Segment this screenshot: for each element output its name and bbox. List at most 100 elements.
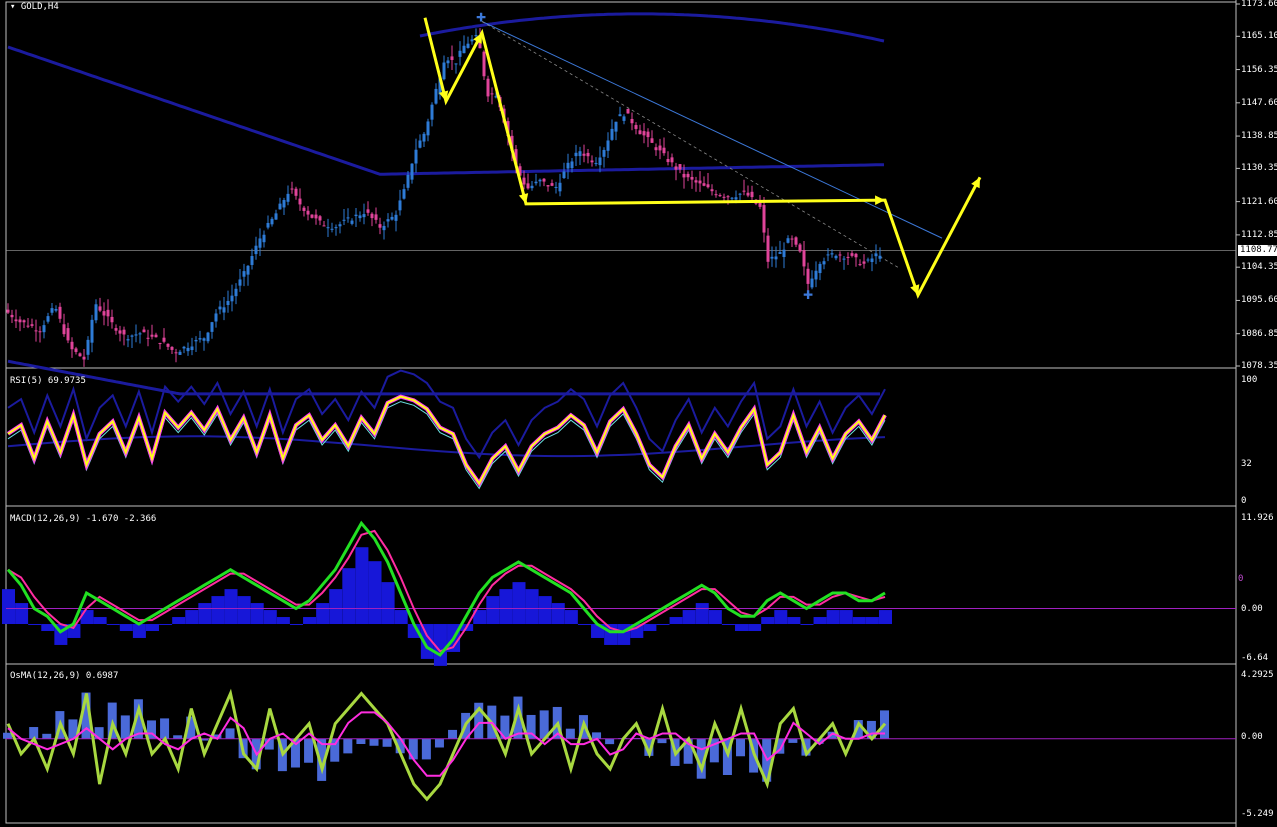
- candle-body: [274, 213, 278, 220]
- candle-body: [466, 43, 470, 48]
- price-axis-tick: 1104.35: [1241, 262, 1277, 273]
- candle-body: [154, 334, 158, 338]
- candle-body: [878, 255, 882, 259]
- candle-body: [450, 56, 454, 60]
- candle-body: [202, 338, 206, 341]
- candle-body: [342, 219, 346, 221]
- candle-body: [838, 254, 842, 256]
- candle-body: [618, 114, 622, 117]
- macd-histogram-bar: [355, 547, 369, 625]
- candle-body: [610, 128, 614, 140]
- candle-body: [786, 238, 790, 243]
- macd-histogram-bar: [342, 568, 356, 625]
- candle-body: [194, 340, 198, 342]
- candle-body: [798, 244, 802, 252]
- macd-histogram-bar: [656, 624, 670, 626]
- macd-histogram-bar: [852, 617, 866, 625]
- candle-body: [554, 186, 558, 188]
- price-axis-tick: 1156.35: [1241, 64, 1277, 75]
- candle-body: [338, 224, 342, 227]
- candle-body: [122, 329, 126, 335]
- candle-body: [366, 209, 370, 213]
- candle-body: [718, 195, 722, 197]
- candle-body: [114, 328, 118, 331]
- macd-histogram-bar: [800, 624, 814, 626]
- candle-body: [422, 133, 426, 142]
- candle-body: [418, 140, 422, 148]
- macd-histogram-bar: [41, 624, 55, 631]
- candle-body: [166, 343, 170, 347]
- macd-histogram-bar: [826, 610, 840, 625]
- candle-body: [850, 253, 854, 256]
- candle-body: [62, 324, 66, 335]
- macd-histogram-bar: [80, 610, 94, 625]
- osma-histogram-bar: [605, 738, 615, 745]
- macd-histogram-bar: [224, 589, 238, 625]
- macd-histogram-bar: [15, 603, 29, 625]
- symbol-text: GOLD,H4: [20, 2, 59, 12]
- candle-body: [710, 189, 714, 192]
- candle-body: [254, 245, 258, 255]
- osma-panel[interactable]: [3, 688, 1236, 802]
- macd-histogram-bar: [787, 617, 801, 625]
- price-axis-tick: 1095.60: [1241, 295, 1277, 306]
- macd-histogram-bar: [368, 561, 382, 625]
- candle-body: [522, 177, 526, 185]
- candle-body: [826, 254, 830, 256]
- candle-body: [470, 39, 474, 42]
- candle-body: [50, 308, 54, 313]
- candle-body: [14, 319, 18, 322]
- macd-axis-top: 11.926: [1241, 513, 1274, 523]
- candle-body: [326, 227, 330, 229]
- candle-body: [246, 265, 250, 275]
- main-price-panel[interactable]: ✚✚: [6, 11, 1236, 396]
- candle-body: [486, 78, 490, 97]
- candle-body: [150, 334, 154, 337]
- macd-histogram-bar: [329, 589, 343, 625]
- macd-histogram-bar: [839, 610, 853, 625]
- candle-body: [806, 268, 810, 284]
- chart-stage: ✚✚: [2, 0, 1240, 827]
- rsi-panel[interactable]: [6, 369, 887, 490]
- candle-body: [258, 238, 262, 248]
- price-axis-tick: 1165.10: [1241, 31, 1277, 42]
- rsi-label: RSI(5) 69.9735: [10, 376, 86, 386]
- candle-body: [170, 346, 174, 350]
- candle-body: [330, 228, 334, 230]
- candle-body: [606, 140, 610, 151]
- candle-body: [402, 189, 406, 199]
- upper-envelope-line: [419, 12, 885, 43]
- candle-body: [858, 264, 862, 266]
- rsi-axis-mid: 32: [1241, 459, 1252, 469]
- osma-histogram-bar: [29, 727, 39, 739]
- candle-body: [346, 217, 350, 219]
- osma-histogram-bar: [736, 738, 746, 757]
- candle-body: [146, 337, 150, 339]
- candle-body: [126, 339, 130, 341]
- candle-body: [490, 93, 494, 95]
- arrow-head: [875, 195, 885, 205]
- candle-body: [226, 300, 230, 306]
- candle-body: [406, 174, 410, 188]
- dropdown-triangle-icon[interactable]: ▾: [10, 2, 15, 12]
- price-axis-tick: 1147.60: [1241, 97, 1277, 108]
- candle-body: [334, 227, 338, 229]
- candle-body: [306, 210, 310, 215]
- candle-body: [78, 353, 82, 357]
- candle-body: [74, 348, 78, 352]
- osma-histogram-bar: [592, 732, 602, 739]
- macd-histogram-bar: [708, 610, 722, 625]
- candle-body: [278, 203, 282, 210]
- osma-histogram-bar: [160, 718, 170, 739]
- osma-label: OsMA(12,26,9) 0.6987: [10, 671, 119, 681]
- macd-histogram-bar: [486, 596, 500, 625]
- candle-body: [318, 216, 322, 221]
- candle-body: [26, 325, 30, 327]
- macd-panel[interactable]: [2, 520, 1236, 666]
- rsi-mid-band: [7, 435, 886, 458]
- candle-body: [410, 163, 414, 180]
- candle-body: [374, 214, 378, 220]
- candle-body: [294, 188, 298, 196]
- candle-body: [686, 173, 690, 178]
- macd-histogram-bar: [669, 617, 683, 625]
